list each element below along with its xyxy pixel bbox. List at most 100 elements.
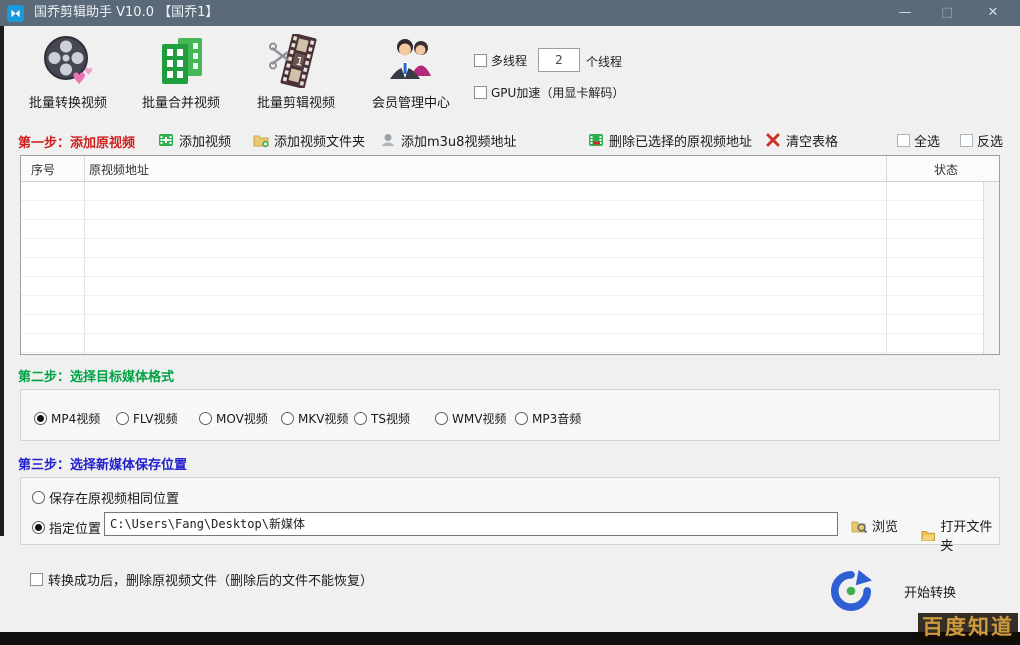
format-label: FLV视频 xyxy=(133,410,177,427)
radio-mp3[interactable] xyxy=(515,412,528,425)
watermark-text: 百度知道 xyxy=(918,613,1018,642)
browse-button[interactable]: 浏览 xyxy=(851,516,898,535)
desktop-edge-left xyxy=(0,26,4,536)
step3-title: 第三步：选择新媒体保存位置 xyxy=(18,454,187,473)
format-option-flv[interactable]: FLV视频 xyxy=(116,410,177,427)
delete-selected-icon xyxy=(588,132,604,148)
format-label: MOV视频 xyxy=(216,410,268,427)
add-video-button[interactable]: 添加视频 xyxy=(158,130,231,150)
clear-x-icon xyxy=(765,132,781,148)
toolbar-item-member-center[interactable]: 会员管理中心 xyxy=(356,34,466,111)
gpu-option: GPU加速（用显卡解码） xyxy=(474,84,624,101)
format-option-ts[interactable]: TS视频 xyxy=(354,410,410,427)
clip-filmstrip-icon: 1 xyxy=(269,34,323,88)
app-window: 国乔剪辑助手 V10.0 【国乔1】 — □ ✕ ♥ ♥ 批量转换视频 xyxy=(0,0,1020,645)
browse-label: 浏览 xyxy=(872,516,898,535)
minimize-button[interactable]: — xyxy=(888,0,922,26)
format-option-mp4[interactable]: MP4视频 xyxy=(34,410,100,427)
delete-selected-button[interactable]: 删除已选择的原视频地址 xyxy=(588,130,752,150)
toolbar-item-label: 批量转换视频 xyxy=(13,92,123,111)
clear-table-label: 清空表格 xyxy=(786,131,838,150)
toolbar-item-label: 批量合并视频 xyxy=(126,92,236,111)
format-panel: MP4视频 FLV视频 MOV视频 MKV视频 TS视频 WMV视频 MP3音频 xyxy=(20,389,1000,441)
members-icon xyxy=(384,34,438,88)
browse-folder-search-icon xyxy=(851,518,867,534)
delete-after-convert-checkbox[interactable] xyxy=(30,573,43,586)
col-header-index: 序号 xyxy=(31,161,55,178)
add-folder-icon xyxy=(253,132,269,148)
radio-ts[interactable] xyxy=(354,412,367,425)
format-label: TS视频 xyxy=(371,410,410,427)
radio-wmv[interactable] xyxy=(435,412,448,425)
multithread-option: 多线程 xyxy=(474,52,527,69)
open-folder-icon xyxy=(921,527,935,543)
add-video-folder-button[interactable]: 添加视频文件夹 xyxy=(253,130,365,150)
delete-after-convert-label: 转换成功后，删除原视频文件（删除后的文件不能恢复） xyxy=(48,570,373,589)
radio-same-location[interactable] xyxy=(32,491,45,504)
format-label: MP3音频 xyxy=(532,410,581,427)
add-video-folder-label: 添加视频文件夹 xyxy=(274,131,365,150)
invert-select-option[interactable]: 反选 xyxy=(960,131,1003,150)
start-convert-button[interactable]: 开始转换 xyxy=(830,568,1010,614)
invert-select-checkbox[interactable] xyxy=(960,134,973,147)
radio-mkv[interactable] xyxy=(281,412,294,425)
select-all-option[interactable]: 全选 xyxy=(897,131,940,150)
clear-table-button[interactable]: 清空表格 xyxy=(765,130,838,150)
toolbar-item-batch-merge[interactable]: 批量合并视频 xyxy=(126,34,236,111)
delete-after-convert-option[interactable]: 转换成功后，删除原视频文件（删除后的文件不能恢复） xyxy=(30,570,373,589)
convert-arrow-icon xyxy=(830,570,872,612)
format-label: MKV视频 xyxy=(298,410,348,427)
thread-suffix-label: 个线程 xyxy=(586,53,622,70)
format-label: MP4视频 xyxy=(51,410,100,427)
toolbar-item-batch-convert[interactable]: ♥ ♥ 批量转换视频 xyxy=(13,34,123,111)
format-option-mkv[interactable]: MKV视频 xyxy=(281,410,348,427)
window-title: 国乔剪辑助手 V10.0 【国乔1】 xyxy=(34,0,218,26)
radio-mp4[interactable] xyxy=(34,412,47,425)
table-header: 序号 原视频地址 状态 xyxy=(21,156,999,182)
film-reel-icon: ♥ ♥ xyxy=(41,34,95,88)
thread-count-input[interactable]: 2 xyxy=(538,48,580,72)
save-same-location-option[interactable]: 保存在原视频相同位置 xyxy=(32,488,179,507)
save-path-input[interactable]: C:\Users\Fang\Desktop\新媒体 xyxy=(104,512,838,536)
select-all-label: 全选 xyxy=(914,131,940,150)
custom-location-option[interactable]: 指定位置 xyxy=(32,518,101,537)
svg-text:♥: ♥ xyxy=(84,67,93,78)
save-location-panel: 保存在原视频相同位置 指定位置 C:\Users\Fang\Desktop\新媒… xyxy=(20,477,1000,545)
toolbar-item-batch-clip[interactable]: 1 批量剪辑视频 xyxy=(241,34,351,111)
add-video-label: 添加视频 xyxy=(179,131,231,150)
format-option-mp3[interactable]: MP3音频 xyxy=(515,410,581,427)
delete-selected-label: 删除已选择的原视频地址 xyxy=(609,131,752,150)
gpu-label: GPU加速（用显卡解码） xyxy=(491,84,624,101)
desktop-edge-bottom xyxy=(0,632,1020,645)
multithread-checkbox[interactable] xyxy=(474,54,487,67)
invert-select-label: 反选 xyxy=(977,131,1003,150)
merge-videos-icon xyxy=(154,34,208,88)
table-vertical-scrollbar[interactable] xyxy=(983,182,999,354)
format-label: WMV视频 xyxy=(452,410,506,427)
open-folder-label: 打开文件夹 xyxy=(940,516,999,554)
step1-title: 第一步：添加原视频 xyxy=(18,132,135,151)
add-m3u8-button[interactable]: 添加m3u8视频地址 xyxy=(380,130,516,150)
radio-flv[interactable] xyxy=(116,412,129,425)
select-all-checkbox[interactable] xyxy=(897,134,910,147)
add-m3u8-icon xyxy=(380,132,396,148)
video-table: 序号 原视频地址 状态 xyxy=(20,155,1000,355)
radio-custom-location[interactable] xyxy=(32,521,45,534)
save-same-location-label: 保存在原视频相同位置 xyxy=(49,488,179,507)
open-folder-button[interactable]: 打开文件夹 xyxy=(921,516,999,554)
app-scissors-icon xyxy=(7,5,24,22)
start-convert-label: 开始转换 xyxy=(904,582,956,601)
close-button[interactable]: ✕ xyxy=(976,0,1010,26)
add-video-icon xyxy=(158,132,174,148)
col-header-status: 状态 xyxy=(911,161,981,178)
format-option-mov[interactable]: MOV视频 xyxy=(199,410,268,427)
maximize-button[interactable]: □ xyxy=(930,0,964,26)
gpu-checkbox[interactable] xyxy=(474,86,487,99)
format-option-wmv[interactable]: WMV视频 xyxy=(435,410,506,427)
title-bar: 国乔剪辑助手 V10.0 【国乔1】 — □ ✕ xyxy=(0,0,1020,26)
radio-mov[interactable] xyxy=(199,412,212,425)
toolbar-item-label: 会员管理中心 xyxy=(356,92,466,111)
col-header-url: 原视频地址 xyxy=(89,161,149,178)
custom-location-label: 指定位置 xyxy=(49,518,101,537)
step2-title: 第二步：选择目标媒体格式 xyxy=(18,366,174,385)
